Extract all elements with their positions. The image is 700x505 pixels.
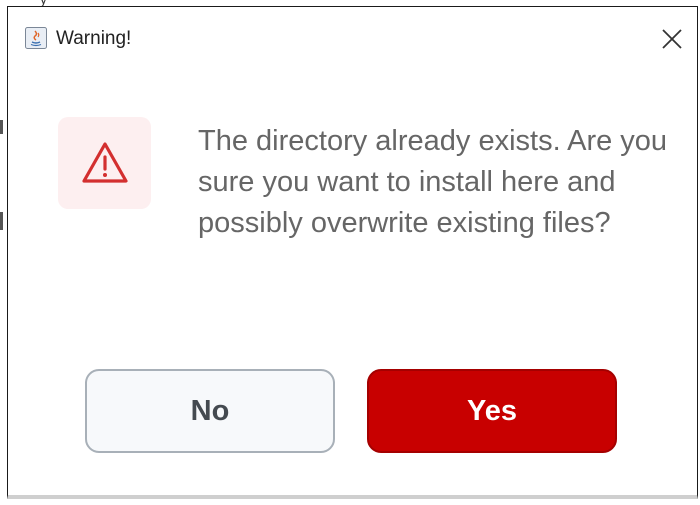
java-app-icon (25, 27, 47, 49)
no-button[interactable]: No (85, 369, 335, 453)
warning-triangle-icon (82, 142, 128, 183)
dialog-message: The directory already exists. Are you su… (198, 125, 668, 239)
yes-button[interactable]: Yes (367, 369, 617, 453)
no-button-label: No (190, 394, 230, 427)
warning-dialog: Warning! The directory already exists. A… (7, 6, 698, 499)
background-edge-mark (0, 212, 3, 230)
warning-icon-tile (58, 117, 151, 209)
title-bar[interactable]: Warning! (8, 7, 697, 77)
window-title: Warning! (56, 28, 132, 49)
background-edge-mark (0, 120, 3, 134)
yes-button-label: Yes (467, 394, 517, 427)
close-icon[interactable] (659, 26, 685, 52)
screen: y Warning! (0, 0, 700, 505)
